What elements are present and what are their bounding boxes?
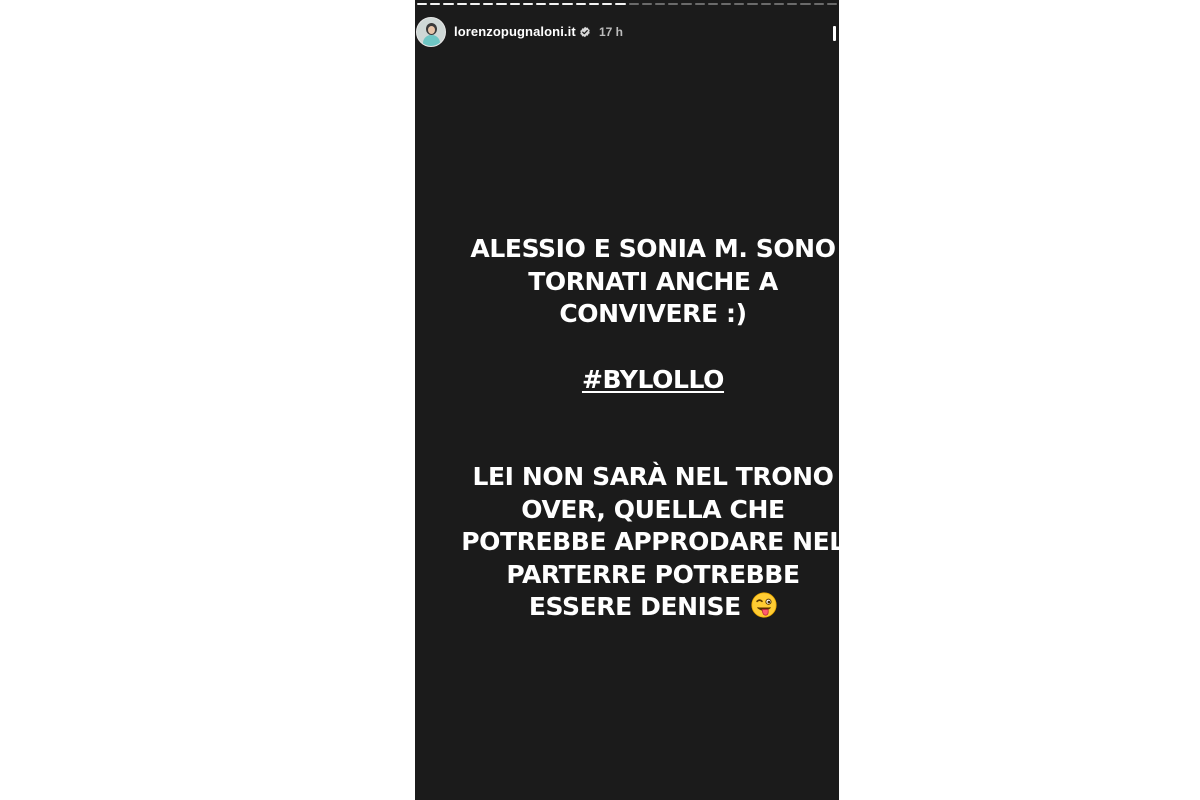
progress-segment bbox=[483, 3, 494, 5]
avatar[interactable] bbox=[416, 17, 446, 47]
story-viewer[interactable]: lorenzopugnaloni.it 17 h ALESSIO E SONIA… bbox=[415, 0, 839, 800]
progress-segment bbox=[773, 3, 785, 5]
text-line: TORNATI ANCHE A bbox=[528, 266, 778, 296]
progress-segment bbox=[588, 3, 600, 5]
progress-segment bbox=[734, 3, 745, 5]
text-line: LEI NON SARÀ NEL TRONO bbox=[472, 462, 834, 491]
progress-segment bbox=[800, 3, 811, 5]
progress-segment bbox=[575, 3, 586, 5]
progress-segment bbox=[496, 3, 507, 5]
text-line: ALESSIO E SONIA M. SONO bbox=[470, 234, 836, 263]
story-text-top: ALESSIO E SONIA M. SONO TORNATI ANCHE A … bbox=[463, 233, 839, 331]
story-progress-bar bbox=[417, 3, 837, 6]
progress-segment bbox=[456, 3, 467, 5]
verified-badge-icon bbox=[580, 26, 590, 38]
story-text-bottom: LEI NON SARÀ NEL TRONO OVER, QUELLA CHE … bbox=[443, 461, 839, 624]
progress-segment bbox=[509, 3, 520, 5]
text-line: CONVIVERE :) bbox=[559, 299, 747, 328]
progress-segment bbox=[694, 3, 705, 5]
post-time: 17 h bbox=[599, 25, 624, 39]
winking-face-with-tongue-emoji-icon bbox=[751, 592, 777, 618]
progress-segment bbox=[615, 3, 626, 5]
progress-segment bbox=[760, 3, 771, 5]
progress-segment bbox=[668, 3, 679, 5]
progress-segment bbox=[522, 3, 533, 5]
text-line: PARTERRE POTREBBE bbox=[506, 559, 800, 589]
progress-segment bbox=[641, 3, 652, 5]
text-line: OVER, QUELLA CHE bbox=[521, 494, 785, 524]
username[interactable]: lorenzopugnaloni.it bbox=[454, 24, 576, 39]
text-line-with-emoji: ESSERE DENISE bbox=[443, 591, 839, 624]
progress-segment bbox=[562, 3, 573, 5]
progress-segment bbox=[602, 3, 613, 5]
progress-segment bbox=[707, 3, 719, 5]
text-line: POTREBBE APPRODARE NEL bbox=[461, 527, 839, 556]
progress-segment bbox=[787, 3, 798, 5]
progress-segment bbox=[417, 3, 428, 5]
progress-segment bbox=[628, 3, 639, 5]
progress-segment bbox=[747, 3, 758, 5]
story-header: lorenzopugnaloni.it 17 h bbox=[415, 16, 839, 50]
progress-segment bbox=[654, 3, 666, 5]
progress-segment bbox=[681, 3, 692, 5]
hashtag-text[interactable]: #BYLOLLO bbox=[582, 365, 724, 394]
progress-segment bbox=[721, 3, 732, 5]
hashtag[interactable]: #BYLOLLO bbox=[463, 364, 839, 396]
progress-segment bbox=[469, 3, 481, 5]
progress-segment bbox=[549, 3, 560, 5]
progress-segment bbox=[430, 3, 441, 5]
progress-segment bbox=[826, 3, 837, 5]
progress-segment bbox=[813, 3, 824, 5]
pause-icon[interactable] bbox=[833, 26, 837, 41]
text-line: ESSERE DENISE bbox=[528, 592, 741, 621]
progress-segment bbox=[535, 3, 547, 5]
progress-segment bbox=[443, 3, 454, 5]
